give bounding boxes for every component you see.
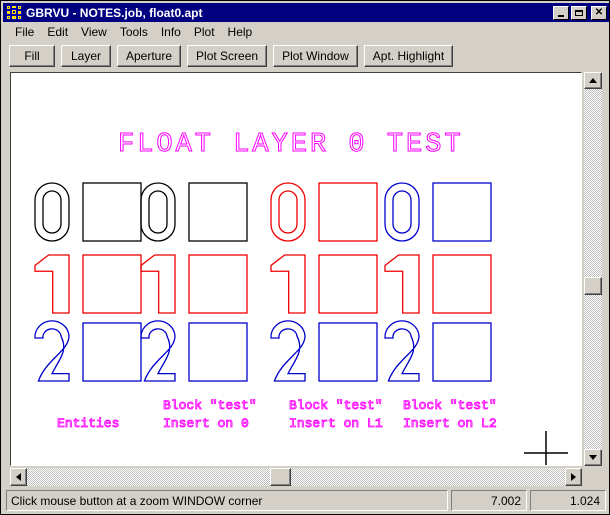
close-button[interactable]: ✕ [591,5,607,20]
gbrvu-application-window: GBRVU - NOTES.job, float0.apt ✕ File Edi… [0,0,610,515]
status-coordinate-y: 1.024 [530,490,606,511]
menu-item-file[interactable]: File [9,24,41,40]
title-bar: GBRVU - NOTES.job, float0.apt ✕ [3,3,609,22]
grid-pattern-icon-svg [6,5,22,20]
window-title: GBRVU - NOTES.job, float0.apt [26,5,203,20]
scroll-up-arrow-icon [589,78,597,83]
window-controls: ✕ [553,5,607,20]
menu-item-info[interactable]: Info [155,24,188,40]
layer-button[interactable]: Layer [61,44,111,67]
vertical-scroll-track[interactable] [584,72,602,466]
toolbar: Fill Layer Aperture Plot Screen Plot Win… [3,42,609,69]
scroll-up-button[interactable] [584,72,602,89]
menu-item-view[interactable]: View [75,24,114,40]
aperture-button[interactable]: Aperture [117,44,182,67]
vertical-scroll-thumb[interactable] [584,277,602,296]
scroll-left-button[interactable] [10,468,27,486]
menu-item-tools[interactable]: Tools [114,24,155,40]
close-icon: ✕ [594,6,604,18]
drawing-canvas[interactable]: FLOAT LAYER 0 TEST Entities Block "test" I… [10,72,582,466]
apt-highlight-button[interactable]: Apt. Highlight [363,44,454,67]
scroll-down-arrow-icon [589,455,597,460]
menu-item-plot[interactable]: Plot [188,24,222,40]
maximize-button[interactable] [571,5,587,20]
crosshair-cursor [524,431,568,465]
menu-bar: File Edit View Tools Info Plot Help [3,23,609,41]
horizontal-scroll-track[interactable] [10,468,582,486]
scroll-down-button[interactable] [584,449,602,466]
scroll-right-arrow-icon [571,473,576,481]
plot-screen-button[interactable]: Plot Screen [187,44,268,67]
grid-pattern-icon [6,5,22,20]
scrollbar-corner [584,468,602,486]
menu-item-help[interactable]: Help [222,24,260,40]
status-message: Click mouse button at a zoom WINDOW corn… [6,490,448,511]
scroll-left-arrow-icon [16,473,21,481]
fill-button[interactable]: Fill [9,44,55,67]
status-coordinate-x: 7.002 [451,490,527,511]
horizontal-scrollbar[interactable] [10,468,582,486]
vertical-scrollbar[interactable] [584,72,602,466]
minimize-button[interactable] [553,5,569,20]
status-bar: Click mouse button at a zoom WINDOW corn… [6,490,606,511]
scroll-right-button[interactable] [565,468,582,486]
menu-item-edit[interactable]: Edit [41,24,75,40]
plot-window-button[interactable]: Plot Window [273,44,358,67]
horizontal-scroll-thumb[interactable] [269,468,291,486]
